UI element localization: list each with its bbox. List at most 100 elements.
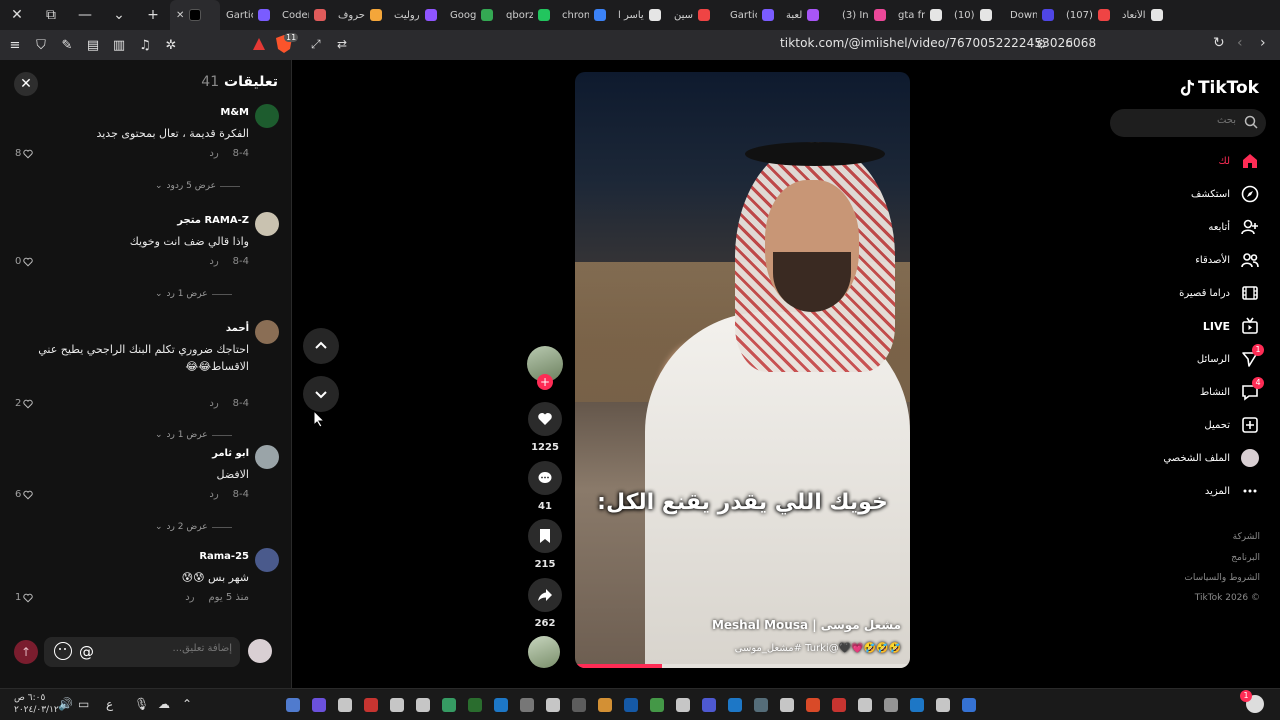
windows-start-icon[interactable] bbox=[962, 698, 976, 712]
excel-icon[interactable] bbox=[468, 698, 482, 712]
comment-reply-link[interactable]: رد bbox=[209, 398, 218, 409]
save-button[interactable]: 215 bbox=[527, 519, 563, 570]
search-icon[interactable] bbox=[1244, 115, 1258, 129]
browser-tab[interactable]: Goog bbox=[444, 0, 500, 30]
volume-icon[interactable]: 🔊 bbox=[58, 697, 73, 711]
sidebar-footer-link[interactable]: الشركة bbox=[1233, 532, 1260, 542]
video-author[interactable]: مشعل موسى | Meshal Mousa bbox=[712, 618, 901, 632]
browser-tab[interactable]: Coder bbox=[276, 0, 332, 30]
comment-reply-link[interactable]: رد bbox=[209, 256, 218, 267]
sidebar-item-friends[interactable]: الأصدقاء bbox=[1110, 247, 1280, 273]
reader-icon[interactable]: ▤ bbox=[82, 34, 104, 56]
close-tab-icon[interactable]: ✕ bbox=[176, 10, 184, 21]
search-icon[interactable] bbox=[936, 698, 950, 712]
previous-video-button[interactable] bbox=[303, 328, 339, 364]
menu-icon[interactable]: ≡ bbox=[4, 34, 26, 56]
comment-avatar[interactable] bbox=[255, 548, 279, 572]
view-replies-button[interactable]: عرض 1 رد ⌄ bbox=[155, 430, 232, 440]
comment-like-button[interactable]: 0 bbox=[15, 256, 34, 267]
edge-icon[interactable] bbox=[910, 698, 924, 712]
xbox-icon[interactable] bbox=[650, 698, 664, 712]
mention-icon[interactable]: @ bbox=[79, 643, 94, 661]
app-icon[interactable] bbox=[520, 698, 534, 712]
steam-icon[interactable] bbox=[754, 698, 768, 712]
warning-icon[interactable] bbox=[252, 36, 266, 50]
app-icon[interactable] bbox=[364, 698, 378, 712]
brave-shield-icon[interactable]: 11 bbox=[275, 33, 299, 54]
emoji-icon[interactable] bbox=[54, 642, 72, 660]
view-replies-button[interactable]: عرض 5 ردود ⌄ bbox=[155, 181, 240, 191]
comment-like-button[interactable]: 8 bbox=[15, 148, 34, 159]
next-video-button[interactable] bbox=[303, 376, 339, 412]
sidebar-item-upload[interactable]: تحميل bbox=[1110, 412, 1280, 438]
sidebar-item-more[interactable]: المزيد bbox=[1110, 478, 1280, 504]
browser-tab[interactable]: لعبة bbox=[780, 0, 836, 30]
sidebar-footer-link[interactable]: الشروط والسياسات bbox=[1184, 573, 1260, 583]
comment-like-button[interactable]: 1 bbox=[15, 592, 34, 603]
browser-tab[interactable]: qborz bbox=[500, 0, 556, 30]
browser-tab[interactable]: chron bbox=[556, 0, 612, 30]
browser-tab[interactable]: Gartic bbox=[724, 0, 780, 30]
search-box[interactable] bbox=[1110, 109, 1266, 137]
new-tab-icon[interactable]: + bbox=[136, 0, 170, 30]
comment-username[interactable]: RAMA-Z متجر bbox=[177, 215, 249, 226]
browser-tab[interactable]: (10) bbox=[948, 0, 1004, 30]
sidebar-footer-link[interactable]: البرنامج bbox=[1231, 553, 1260, 563]
close-comments-button[interactable]: ✕ bbox=[14, 72, 38, 96]
comment-like-button[interactable]: 6 bbox=[15, 489, 34, 500]
app-icon[interactable] bbox=[624, 698, 638, 712]
network-icon[interactable]: ▭ bbox=[78, 697, 89, 711]
app-icon[interactable] bbox=[416, 698, 430, 712]
comment-avatar[interactable] bbox=[255, 320, 279, 344]
back-icon[interactable]: › bbox=[1260, 35, 1266, 51]
app-icon[interactable] bbox=[598, 698, 612, 712]
comment-reply-link[interactable]: رد bbox=[185, 592, 194, 603]
vpn-app-icon[interactable] bbox=[286, 698, 300, 712]
file-icon[interactable] bbox=[338, 698, 352, 712]
comment-button[interactable]: 41 bbox=[527, 461, 563, 512]
input-language[interactable]: ع bbox=[106, 697, 113, 711]
app-icon[interactable] bbox=[858, 698, 872, 712]
browser-tab[interactable]: حروف bbox=[332, 0, 388, 30]
shield-icon[interactable]: ⛉ bbox=[30, 34, 52, 56]
sidebar-item-home[interactable]: لك bbox=[1110, 148, 1280, 174]
browser-tab[interactable]: روليت bbox=[388, 0, 444, 30]
music-icon[interactable]: ♫ bbox=[134, 34, 156, 56]
comment-avatar[interactable] bbox=[255, 445, 279, 469]
browser-tab[interactable]: (3) Ins bbox=[836, 0, 892, 30]
sidebar-item-compass[interactable]: استكشف bbox=[1110, 181, 1280, 207]
browser-tab[interactable]: Down bbox=[1004, 0, 1060, 30]
app-icon[interactable] bbox=[780, 698, 794, 712]
app-icon[interactable] bbox=[442, 698, 456, 712]
app-icon[interactable] bbox=[728, 698, 742, 712]
app-icon[interactable] bbox=[494, 698, 508, 712]
forward-icon[interactable]: ‹ bbox=[1237, 35, 1243, 51]
next-creator-avatar[interactable] bbox=[528, 636, 560, 668]
tab-overview-icon[interactable]: ⧉ bbox=[34, 0, 68, 30]
bookmark-icon[interactable]: ⌑ bbox=[1066, 37, 1072, 51]
notification-center-icon[interactable]: 1 bbox=[1240, 690, 1264, 713]
app-icon[interactable] bbox=[832, 698, 846, 712]
address-bar-url[interactable]: tiktok.com/@imiishel/video/7670052222453… bbox=[780, 36, 1096, 50]
comment-username[interactable]: M&M bbox=[220, 107, 249, 118]
browser-tab[interactable]: الأنعاد bbox=[1116, 0, 1172, 30]
close-window-icon[interactable]: ✕ bbox=[0, 0, 34, 30]
screenshot-icon[interactable]: ⤢ bbox=[311, 37, 321, 52]
comment-reply-link[interactable]: رد bbox=[209, 148, 218, 159]
tray-chevron-up-icon[interactable]: ⌃ bbox=[182, 697, 192, 711]
app-icon[interactable] bbox=[572, 698, 586, 712]
comment-username[interactable]: ابو ثامر bbox=[212, 448, 249, 459]
app-icon[interactable] bbox=[676, 698, 690, 712]
browser-tab[interactable]: gta fr bbox=[892, 0, 948, 30]
onedrive-icon[interactable]: ☁ bbox=[158, 697, 170, 711]
comment-like-button[interactable]: 2 bbox=[15, 398, 34, 409]
comment-reply-link[interactable]: رد bbox=[209, 489, 218, 500]
sidebar-item-user-follow[interactable]: أتابعه bbox=[1110, 214, 1280, 240]
tab-tiktok-active[interactable]: ✕ bbox=[170, 0, 220, 30]
app-icon[interactable] bbox=[546, 698, 560, 712]
tiktok-logo[interactable]: TikTok bbox=[1179, 78, 1259, 98]
app-icon[interactable] bbox=[390, 698, 404, 712]
comment-username[interactable]: Rama-25 bbox=[199, 551, 249, 562]
sidebar-item-activity[interactable]: النشاط 4 bbox=[1110, 377, 1280, 405]
follow-plus-icon[interactable]: + bbox=[537, 374, 553, 390]
